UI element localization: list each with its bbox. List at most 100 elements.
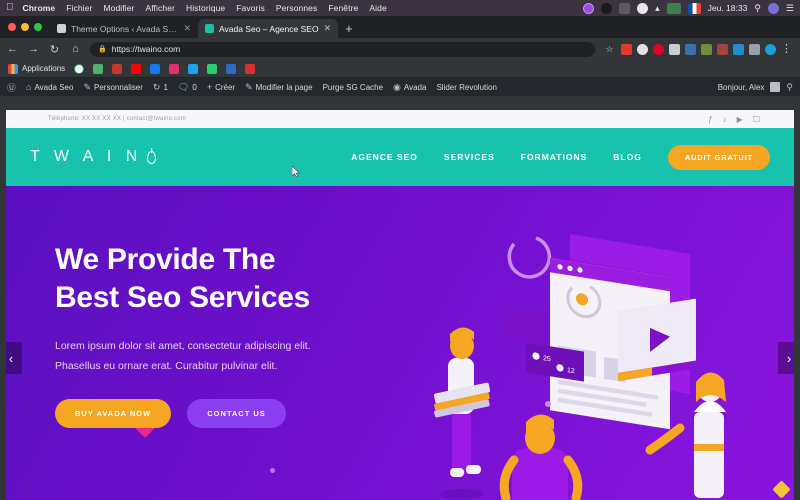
- admin-bar-avada[interactable]: ◉ Avada: [393, 82, 426, 93]
- audit-gratuit-button[interactable]: AUDIT GRATUIT: [667, 144, 770, 170]
- camera-icon[interactable]: [619, 2, 631, 14]
- nav-formations[interactable]: FORMATIONS: [521, 152, 588, 162]
- bm-blue-icon[interactable]: [226, 63, 237, 74]
- purple-circle-icon[interactable]: [583, 2, 595, 14]
- menu-chrome[interactable]: Chrome: [23, 3, 56, 13]
- ext-word-icon[interactable]: [733, 43, 744, 55]
- siri-icon[interactable]: [767, 2, 779, 14]
- nav-services[interactable]: SERVICES: [444, 152, 495, 162]
- bm-instagram-icon[interactable]: [169, 63, 180, 74]
- decor-dot-3: [545, 401, 551, 407]
- hero-buttons: BUY AVADA NOW CONTACT US: [55, 398, 385, 428]
- user-avatar[interactable]: [770, 82, 781, 92]
- cloud-icon[interactable]: [637, 2, 649, 14]
- updates-icon: ↻: [152, 81, 161, 92]
- ext-pinterest-icon[interactable]: [653, 43, 664, 55]
- ext-blue-icon[interactable]: [685, 43, 696, 55]
- maximize-window-button[interactable]: [34, 23, 42, 31]
- wordpress-icon[interactable]: Ⓤ: [7, 81, 16, 94]
- new-tab-button[interactable]: +: [345, 21, 353, 36]
- reload-icon[interactable]: ↻: [48, 43, 61, 56]
- flag-fr-icon[interactable]: [687, 2, 701, 14]
- admin-bar-slider-revolution[interactable]: Slider Revolution: [436, 83, 496, 92]
- admin-bar-site-name[interactable]: ⌂ Avada Seo: [26, 82, 73, 92]
- menu-fenetre[interactable]: Fenêtre: [328, 3, 358, 13]
- ext-profile-icon[interactable]: [765, 43, 776, 55]
- menu-afficher[interactable]: Afficher: [145, 3, 174, 13]
- forward-arrow-icon[interactable]: →: [27, 43, 40, 55]
- pencil-icon: ✎: [83, 81, 91, 92]
- admin-bar-updates[interactable]: ↻ 1: [153, 82, 168, 93]
- menu-favoris[interactable]: Favoris: [236, 3, 265, 13]
- ext-red-icon[interactable]: [621, 43, 632, 55]
- facebook-icon[interactable]: ƒ: [708, 115, 712, 124]
- control-center-icon[interactable]: ☰: [786, 3, 794, 14]
- bm-twitter-icon[interactable]: [188, 63, 199, 74]
- person-center: [499, 414, 583, 500]
- bm-facebook-icon[interactable]: [150, 63, 161, 74]
- youtube-icon[interactable]: ▶: [737, 115, 743, 124]
- menu-bar-clock[interactable]: Jeu. 18:33: [708, 3, 748, 13]
- bm-green2-icon[interactable]: [207, 63, 218, 74]
- bm-red2-icon[interactable]: [245, 63, 256, 74]
- ext-red2-icon[interactable]: [717, 43, 728, 55]
- search-icon[interactable]: ⚲: [786, 82, 793, 93]
- menu-aide[interactable]: Aide: [369, 3, 386, 13]
- star-icon[interactable]: ☆: [603, 44, 616, 55]
- contact-us-button[interactable]: CONTACT US: [187, 398, 286, 428]
- apple-logo-icon[interactable]: : [6, 3, 14, 13]
- edit-icon: ✎: [245, 81, 253, 92]
- greeting-label[interactable]: Bonjour, Alex: [718, 83, 765, 92]
- site-logo[interactable]: T W A I N: [30, 148, 157, 166]
- menu-modifier[interactable]: Modifier: [103, 3, 134, 13]
- bookmark-applications[interactable]: Applications: [8, 63, 65, 74]
- ext-cloud-icon[interactable]: [637, 43, 648, 55]
- hero-content: We Provide The Best Seo Services Lorem i…: [55, 241, 385, 428]
- bookmarks-bar: Applications: [0, 60, 800, 78]
- ext-grey-icon[interactable]: [749, 43, 760, 55]
- menu-personnes[interactable]: Personnes: [276, 3, 318, 13]
- ext-pencil-icon[interactable]: [701, 43, 712, 55]
- admin-bar-edit-page[interactable]: ✎ Modifier la page: [245, 82, 312, 93]
- nav-blog[interactable]: BLOG: [613, 152, 642, 162]
- avada-logo-icon: ◉: [393, 81, 401, 92]
- avada-label: Avada: [403, 82, 427, 92]
- address-bar[interactable]: 🔒 https://twaino.com: [90, 41, 595, 57]
- back-arrow-icon[interactable]: ←: [6, 43, 19, 55]
- buy-avada-now-button[interactable]: BUY AVADA NOW: [55, 398, 172, 428]
- keyboard-layout-icon[interactable]: [666, 2, 681, 14]
- kebab-menu-icon[interactable]: ⋮: [781, 43, 792, 54]
- instagram-icon[interactable]: ☐: [753, 115, 760, 124]
- admin-bar-new[interactable]: + Créer: [207, 82, 235, 92]
- admin-bar-purge-cache[interactable]: Purge SG Cache: [323, 83, 383, 92]
- bm-green-icon[interactable]: [74, 63, 85, 74]
- ext-grid-icon[interactable]: [669, 43, 680, 55]
- document-icon: [57, 24, 66, 33]
- close-window-button[interactable]: [8, 23, 16, 31]
- bm-red-icon[interactable]: [112, 63, 123, 74]
- close-icon[interactable]: ✕: [183, 23, 191, 34]
- home-icon[interactable]: ⌂: [69, 43, 82, 55]
- tab-avada-seo[interactable]: Avada Seo – Agence SEO ✕: [198, 19, 339, 38]
- screenshot-root:  Chrome Fichier Modifier Afficher Histo…: [0, 0, 800, 500]
- bm-mail-icon[interactable]: [93, 63, 104, 74]
- tab-theme-options[interactable]: Theme Options ‹ Avada Seo — ✕: [50, 19, 198, 38]
- twitter-icon[interactable]: ♪: [723, 115, 727, 124]
- isometric-seo-illustration: 25 12: [433, 234, 726, 500]
- minimize-window-button[interactable]: [21, 23, 29, 31]
- site-header: T W A I N AGENCE SEO SERVICES FORMATIONS…: [0, 128, 800, 186]
- menu-historique[interactable]: Historique: [186, 3, 225, 13]
- dropbox-icon[interactable]: [601, 2, 613, 14]
- apps-grid-icon: [8, 63, 18, 74]
- bm-youtube-icon[interactable]: [131, 63, 142, 74]
- menu-fichier[interactable]: Fichier: [66, 3, 92, 13]
- new-label: Créer: [215, 82, 236, 92]
- admin-bar-comments[interactable]: 🗨 0: [178, 82, 197, 93]
- viewport-right-edge: [794, 110, 800, 500]
- admin-bar-customize[interactable]: ✎ Personnaliser: [83, 82, 142, 93]
- hero-heading: We Provide The Best Seo Services: [55, 241, 385, 318]
- wifi-icon[interactable]: ▴: [655, 3, 660, 14]
- nav-agence-seo[interactable]: AGENCE SEO: [351, 152, 418, 162]
- spotlight-search-icon[interactable]: ⚲: [754, 3, 761, 14]
- close-icon[interactable]: ✕: [324, 23, 332, 34]
